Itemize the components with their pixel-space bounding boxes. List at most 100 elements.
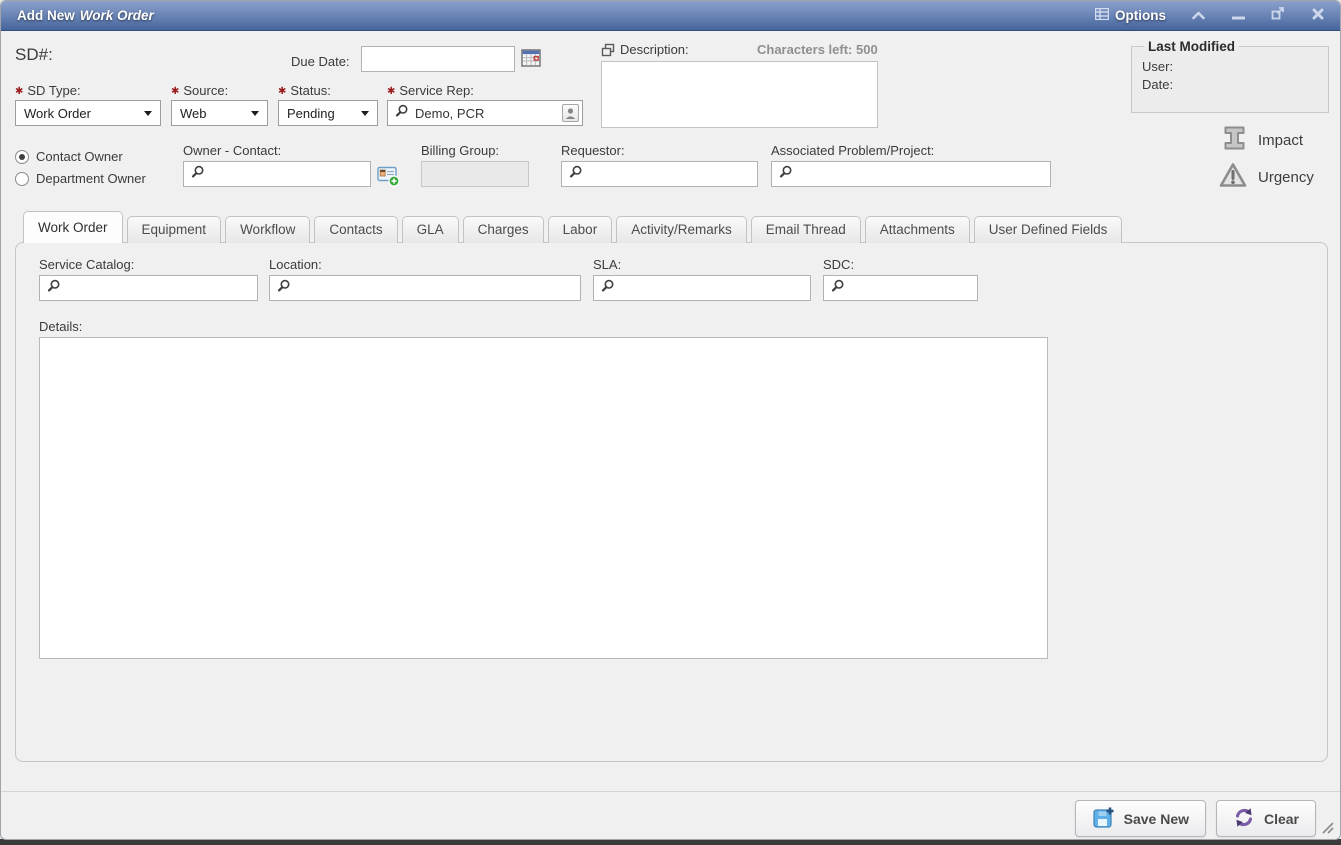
due-date-field-box [361,46,515,72]
department-owner-radio[interactable]: Department Owner [15,171,146,186]
source-label: ✱Source: [171,83,228,98]
search-icon [277,279,290,297]
last-modified-date-label: Date: [1142,77,1318,92]
tab-gla[interactable]: GLA [402,216,459,243]
requestor-field [561,161,758,187]
status-select[interactable]: Pending [278,100,378,126]
clear-button[interactable]: Clear [1216,800,1316,837]
dropdown-arrow-icon [361,111,369,116]
minus-icon [1232,7,1245,25]
service-catalog-input[interactable] [40,276,257,300]
title-prefix: Add New [17,8,75,23]
tab-charges[interactable]: Charges [463,216,544,243]
sd-type-select[interactable]: Work Order [15,100,161,126]
sla-input[interactable] [594,276,810,300]
owner-contact-input[interactable] [184,162,370,186]
options-button[interactable]: Options [1095,8,1166,23]
radio-button-icon [15,150,29,164]
tab-attachments[interactable]: Attachments [865,216,970,243]
popout-icon [1271,6,1285,25]
options-grid-icon [1095,8,1109,23]
chevron-up-icon [1192,7,1205,25]
search-icon [47,279,60,297]
requestor-input[interactable] [562,162,757,186]
tab-equipment[interactable]: Equipment [127,216,222,243]
sla-field [593,275,811,301]
service-catalog-label: Service Catalog: [39,257,134,272]
details-textarea[interactable] [40,338,1047,658]
last-modified-legend: Last Modified [1144,39,1239,54]
search-icon [191,165,204,183]
tab-workflow[interactable]: Workflow [225,216,310,243]
billing-group-input [422,162,528,186]
search-icon [779,165,792,183]
collapse-button[interactable] [1190,8,1206,24]
last-modified-user-label: User: [1142,59,1318,74]
minimize-button[interactable] [1230,8,1246,24]
last-modified-fieldset: Last Modified User: Date: [1131,39,1329,113]
dialog-titlebar: Add New Work Order Options [1,1,1340,31]
billing-group-label: Billing Group: [421,143,499,158]
page: Add New Work Order Options [0,0,1341,845]
search-icon [569,165,582,183]
service-rep-field [387,100,583,126]
calendar-icon[interactable] [521,48,541,73]
status-value: Pending [287,106,335,121]
resize-handle[interactable] [1319,819,1335,840]
service-catalog-field [39,275,258,301]
search-icon [395,104,408,122]
associated-problem-label: Associated Problem/Project: [771,143,934,158]
contact-owner-radio[interactable]: Contact Owner [15,149,123,164]
title-emphasis: Work Order [80,8,154,23]
urgency-row[interactable]: Urgency [1218,161,1314,194]
description-popout-icon[interactable] [601,43,615,62]
add-contact-icon[interactable] [377,164,400,192]
description-textarea[interactable] [602,62,877,127]
due-date-input[interactable] [362,47,514,71]
details-label: Details: [39,319,82,334]
dropdown-arrow-icon [144,111,152,116]
titlebar-controls: Options [1095,1,1326,30]
popout-button[interactable] [1270,8,1286,24]
required-asterisk: ✱ [387,86,395,97]
search-icon [601,279,614,297]
tab-email-thread[interactable]: Email Thread [751,216,861,243]
impact-icon [1221,124,1248,157]
description-field-box [601,61,878,128]
impact-row[interactable]: Impact [1221,124,1303,157]
tab-user-defined-fields[interactable]: User Defined Fields [974,216,1123,243]
impact-label: Impact [1258,132,1303,149]
required-asterisk: ✱ [15,86,23,97]
department-owner-label: Department Owner [36,171,146,186]
sd-number-label: SD#: [15,45,53,65]
sdc-input[interactable] [824,276,977,300]
associated-problem-input[interactable] [772,162,1050,186]
source-value: Web [180,106,207,121]
service-rep-label: ✱Service Rep: [387,83,474,98]
required-asterisk: ✱ [278,86,286,97]
location-input[interactable] [270,276,580,300]
details-field-box [39,337,1048,659]
sdc-field [823,275,978,301]
tab-strip: Work OrderEquipmentWorkflowContactsGLACh… [23,213,1122,243]
close-button[interactable] [1310,8,1326,24]
dialog-title: Add New Work Order [17,1,154,30]
save-new-button[interactable]: Save New [1075,800,1206,837]
tab-contacts[interactable]: Contacts [314,216,397,243]
footer-divider [1,791,1340,792]
tab-work-order[interactable]: Work Order [23,211,123,243]
status-label: ✱Status: [278,83,331,98]
refresh-icon [1233,807,1255,831]
owner-contact-label: Owner - Contact: [183,143,281,158]
sla-label: SLA: [593,257,621,272]
sd-type-value: Work Order [24,106,91,121]
location-field [269,275,581,301]
close-icon [1312,7,1324,25]
select-rep-button[interactable] [562,104,579,122]
source-select[interactable]: Web [171,100,268,126]
tab-labor[interactable]: Labor [548,216,613,243]
person-icon [565,107,576,120]
tab-activity-remarks[interactable]: Activity/Remarks [616,216,747,243]
owner-contact-field [183,161,371,187]
service-rep-input[interactable] [388,101,582,125]
